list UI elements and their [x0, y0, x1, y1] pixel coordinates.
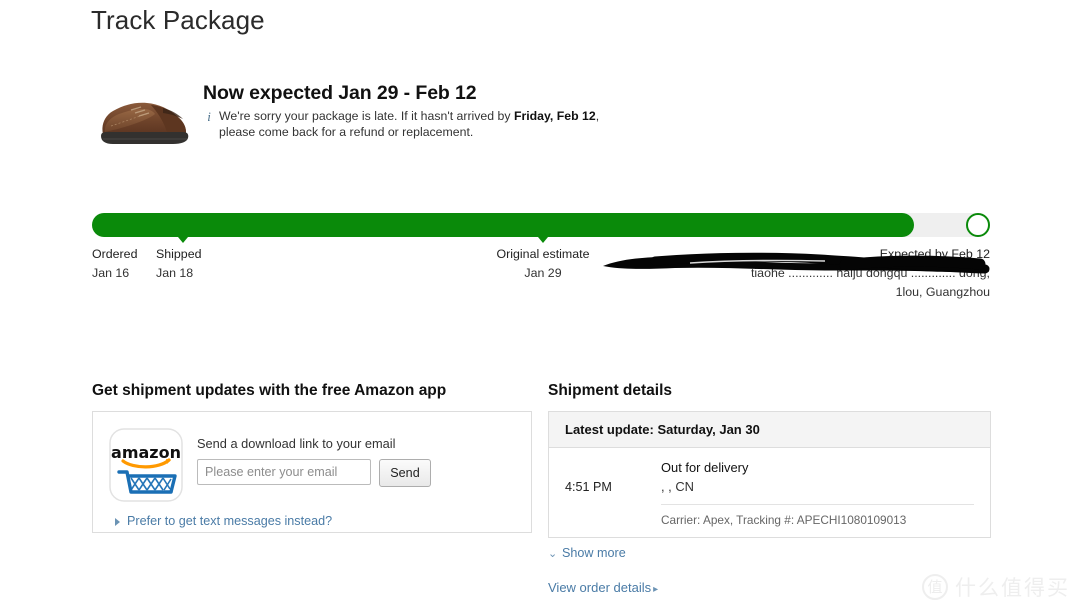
shipment-progress-tracker: Ordered Jan 16 Shipped Jan 18 Original e… — [92, 213, 990, 305]
track-package-page: Track Package Now expected Jan 29 - Feb … — [0, 0, 1080, 608]
view-order-details-label: View order details — [548, 580, 652, 595]
app-promo-section: Get shipment updates with the free Amazo… — [92, 381, 532, 533]
stop-expected-label: Expected by Feb 12 — [879, 247, 990, 261]
stop-ordered-date: Jan 16 — [92, 266, 130, 280]
progress-bar-fill — [92, 213, 914, 237]
progress-marker-shipped — [178, 237, 188, 243]
product-shoe-icon — [91, 86, 194, 152]
progress-stop-labels: Ordered Jan 16 Shipped Jan 18 Original e… — [92, 245, 990, 305]
shipping-address-visible: 1lou, Guangzhou — [895, 285, 990, 299]
stop-ordered: Ordered Jan 16 — [92, 245, 137, 283]
stop-expected: Expected by Feb 12 — [880, 245, 990, 264]
amazon-app-icon: amazon — [109, 428, 183, 502]
app-email-signup: Send a download link to your email Send — [197, 428, 431, 487]
note-deadline-date: Friday, Feb 12 — [513, 109, 596, 123]
shipping-address-redacted: tiaohe ............. haiju dongqu ......… — [750, 266, 990, 280]
chevron-right-icon — [115, 518, 120, 526]
progress-end-circle — [966, 213, 990, 237]
late-package-note: i We're sorry your package is late. If it… — [203, 109, 603, 140]
svg-text:amazon: amazon — [111, 443, 181, 462]
show-more-link[interactable]: ⌄ Show more — [548, 546, 991, 560]
app-promo-box: amazon Send a download link to your emai… — [92, 411, 532, 533]
latest-update-header: Latest update: Saturday, Jan 30 — [549, 412, 990, 448]
email-prompt-label: Send a download link to your email — [197, 436, 396, 451]
text-messages-link-label: Prefer to get text messages instead? — [127, 514, 333, 528]
text-messages-link[interactable]: Prefer to get text messages instead? — [109, 514, 515, 528]
watermark-logo: 值 — [922, 574, 948, 600]
page-title: Track Package — [91, 5, 265, 35]
stop-shipped-label: Shipped — [156, 247, 202, 261]
send-button[interactable]: Send — [379, 459, 431, 487]
expected-text-block: Now expected Jan 29 - Feb 12 i We're sorr… — [203, 82, 803, 140]
progress-marker-original-estimate — [538, 237, 548, 243]
app-promo-heading: Get shipment updates with the free Amazo… — [92, 382, 447, 399]
stop-original-estimate-date: Jan 29 — [524, 266, 562, 280]
stop-ordered-label: Ordered — [92, 247, 138, 261]
shipment-details-box: Latest update: Saturday, Jan 30 4:51 PM … — [548, 411, 991, 538]
note-text-part2: , — [595, 109, 600, 123]
shipment-event-row: 4:51 PM Out for delivery , , CN Carrier:… — [549, 448, 990, 537]
chevron-down-icon: ⌄ — [548, 548, 558, 560]
email-input[interactable] — [197, 459, 371, 485]
shipment-details-heading: Shipment details — [548, 382, 673, 399]
note-text-line2: please come back for a refund or replace… — [219, 124, 474, 139]
event-status: Out for delivery — [661, 460, 749, 475]
expected-headline: Now expected Jan 29 - Feb 12 — [203, 82, 477, 104]
event-time: 4:51 PM — [565, 480, 612, 494]
progress-bar-track — [92, 213, 990, 243]
show-more-label: Show more — [562, 546, 626, 560]
stop-original-estimate: Original estimate Jan 29 — [497, 245, 590, 283]
chevron-right-icon: ▸ — [653, 584, 659, 595]
shipment-details-section: Shipment details Latest update: Saturday… — [548, 381, 991, 595]
stop-original-estimate-label: Original estimate — [496, 247, 590, 261]
event-carrier-tracking: Carrier: Apex, Tracking #: APECHI1080109… — [661, 513, 907, 527]
stop-shipped: Shipped Jan 18 — [156, 245, 201, 283]
site-watermark: 值 什么值得买 — [922, 572, 1070, 602]
note-text-part1: We're sorry your package is late. If it … — [219, 109, 514, 123]
info-icon: i — [207, 109, 211, 124]
watermark-text: 什么值得买 — [955, 576, 1070, 600]
stop-shipped-date: Jan 18 — [156, 266, 194, 280]
event-location: , , CN — [661, 477, 974, 505]
